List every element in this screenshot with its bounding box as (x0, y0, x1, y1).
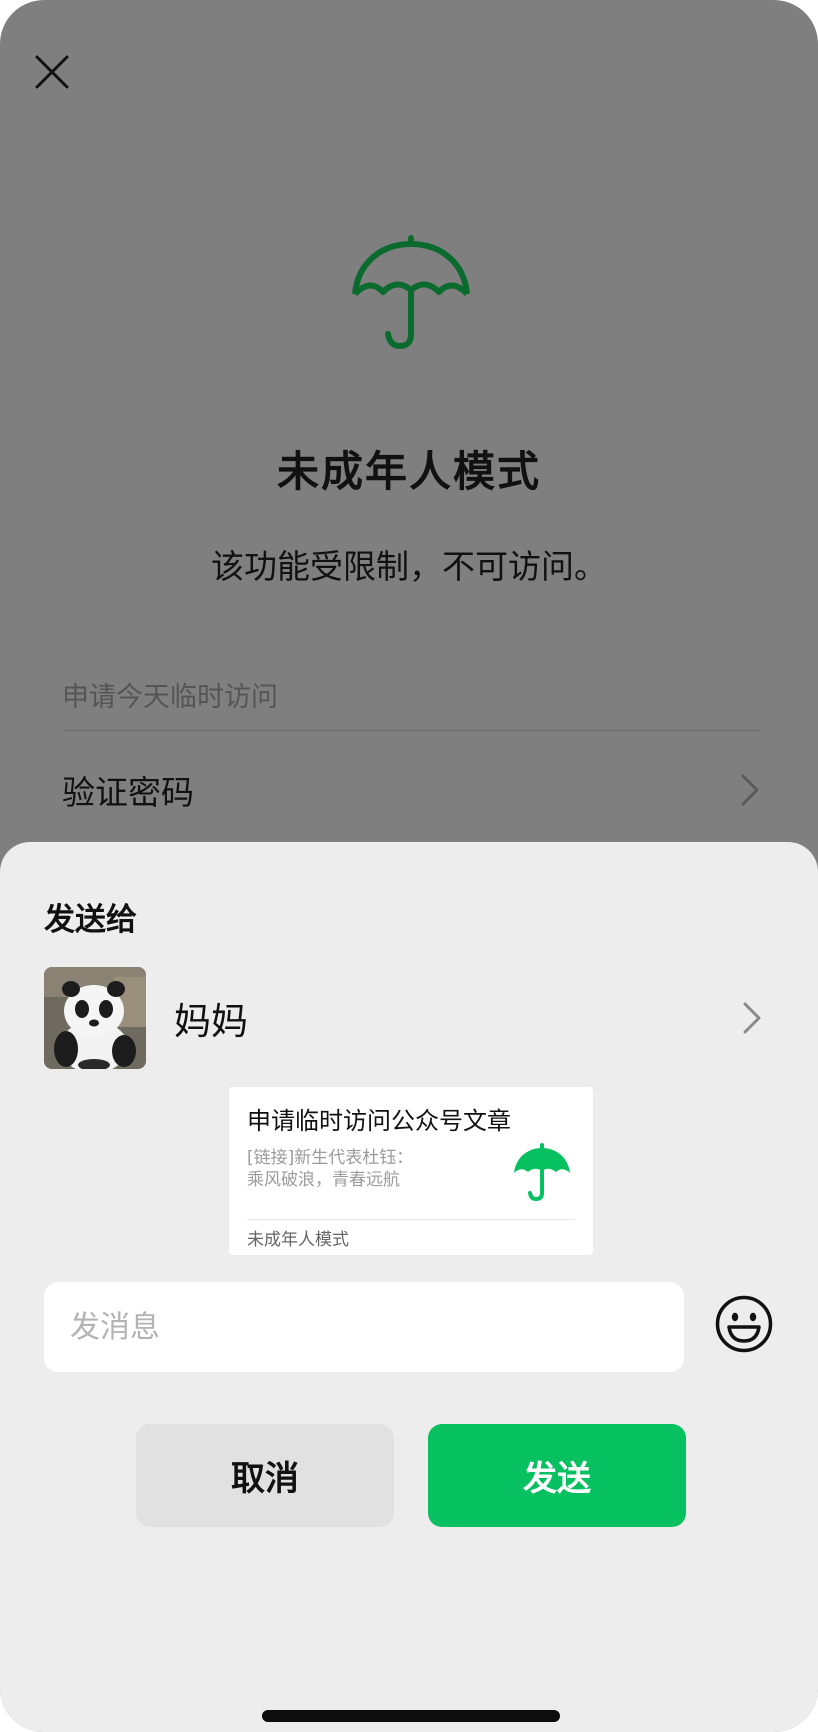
card-description: [链接]新生代表杜钰： 乘风破浪，青春远航 (247, 1147, 487, 1191)
card-divider (247, 1219, 575, 1220)
smiley-icon (715, 1295, 773, 1353)
send-to-sheet: 发送给 妈妈 申请临时访问公众号文章 [链接]新生代表杜钰： 乘风破浪，青春远航… (0, 842, 818, 1732)
sheet-title: 发送给 (44, 902, 137, 938)
emoji-button[interactable] (714, 1294, 774, 1354)
close-icon (35, 55, 69, 89)
card-title: 申请临时访问公众号文章 (247, 1107, 511, 1135)
card-description-line-1: [链接]新生代表杜钰： (247, 1148, 414, 1168)
card-source-label: 未成年人模式 (247, 1230, 349, 1250)
message-input[interactable] (44, 1282, 684, 1372)
umbrella-icon (352, 235, 470, 350)
temporary-access-section-label: 申请今天临时访问 (62, 682, 278, 713)
screen: 未成年人模式 该功能受限制，不可访问。 申请今天临时访问 验证密码 发送给 妈妈… (0, 0, 818, 1732)
home-indicator (262, 1710, 560, 1722)
umbrella-icon (514, 1143, 570, 1202)
chevron-right-icon (743, 1002, 761, 1034)
page-title: 未成年人模式 (276, 447, 541, 496)
avatar (44, 967, 146, 1069)
chevron-right-icon (741, 774, 759, 806)
panda-avatar-image (44, 967, 146, 1069)
restriction-description: 该功能受限制，不可访问。 (211, 547, 607, 586)
verify-password-row[interactable]: 验证密码 (62, 760, 760, 820)
recipient-row[interactable]: 妈妈 (44, 966, 762, 1070)
send-button[interactable]: 发送 (428, 1424, 686, 1527)
recipient-name: 妈妈 (174, 1000, 248, 1043)
verify-password-label: 验证密码 (62, 773, 194, 812)
cancel-button[interactable]: 取消 (136, 1424, 394, 1527)
card-description-line-2: 乘风破浪，青春远航 (247, 1170, 400, 1190)
divider (62, 730, 760, 731)
close-button[interactable] (30, 50, 74, 94)
shared-link-card: 申请临时访问公众号文章 [链接]新生代表杜钰： 乘风破浪，青春远航 未成年人模式 (229, 1087, 593, 1255)
